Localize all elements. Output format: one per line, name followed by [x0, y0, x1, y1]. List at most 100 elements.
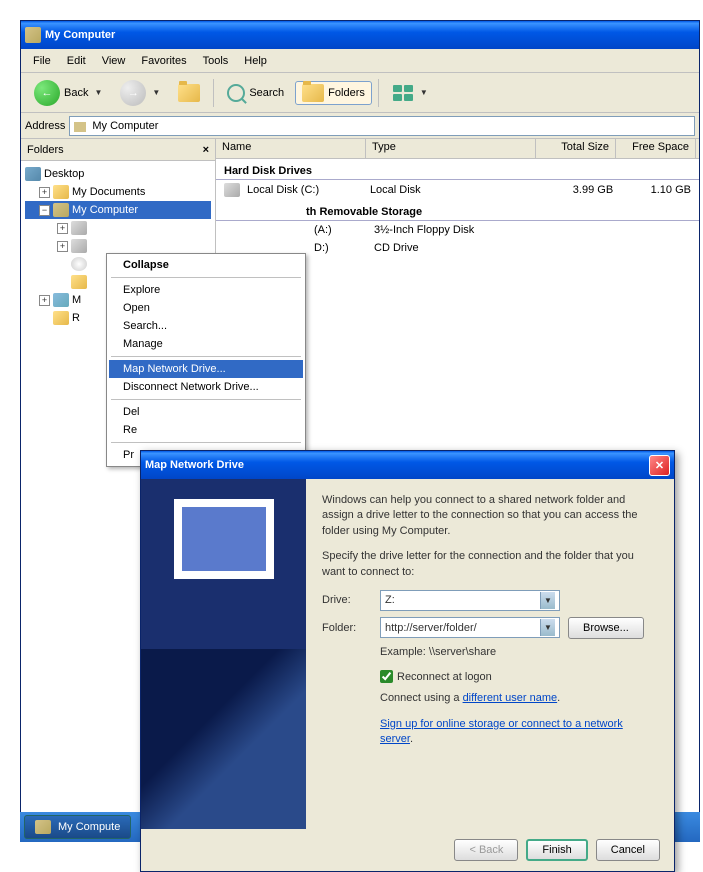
- ctx-rename[interactable]: Re: [109, 421, 303, 439]
- reconnect-row: Reconnect at logon: [380, 670, 658, 683]
- drive-row-floppy[interactable]: (A:) 3½-Inch Floppy Disk: [216, 221, 699, 239]
- forward-arrow-icon: →: [120, 80, 146, 106]
- drive-row: Drive: Z: ▼: [322, 590, 658, 611]
- tree-desktop[interactable]: Desktop: [25, 165, 211, 183]
- signup-link[interactable]: Sign up for online storage or connect to…: [380, 718, 623, 745]
- col-type[interactable]: Type: [366, 139, 536, 158]
- ctx-open[interactable]: Open: [109, 299, 303, 317]
- ctx-collapse[interactable]: Collapse: [109, 256, 303, 274]
- up-button[interactable]: [171, 81, 207, 105]
- toolbar: ← Back ▼ → ▼ Search Folders ▼: [21, 73, 699, 113]
- drive-icon: [71, 239, 87, 253]
- titlebar[interactable]: My Computer: [21, 21, 699, 49]
- expand-icon[interactable]: +: [57, 241, 68, 252]
- close-icon[interactable]: ✕: [649, 455, 670, 476]
- menu-help[interactable]: Help: [236, 53, 275, 69]
- ctx-search[interactable]: Search...: [109, 317, 303, 335]
- dialog-main: Windows can help you connect to a shared…: [306, 479, 674, 829]
- ctx-manage[interactable]: Manage: [109, 335, 303, 353]
- magnifier-icon: [227, 84, 245, 102]
- ctx-map-drive[interactable]: Map Network Drive...: [109, 360, 303, 378]
- computer-icon: [35, 820, 51, 834]
- folder-label: Folder:: [322, 622, 372, 634]
- menubar: File Edit View Favorites Tools Help: [21, 49, 699, 73]
- folder-icon: [71, 275, 87, 289]
- address-input[interactable]: [69, 116, 695, 136]
- close-panel-icon[interactable]: ×: [203, 144, 209, 156]
- window-title: My Computer: [45, 29, 115, 41]
- signup-text: Sign up for online storage or connect to…: [380, 717, 658, 748]
- chevron-down-icon[interactable]: ▼: [420, 88, 428, 97]
- menu-file[interactable]: File: [25, 53, 59, 69]
- separator: [111, 356, 301, 357]
- desktop-icon: [25, 167, 41, 181]
- drive-illustration-icon: [174, 499, 274, 579]
- collapse-icon[interactable]: −: [39, 205, 50, 216]
- expand-icon[interactable]: +: [39, 187, 50, 198]
- dialog-titlebar[interactable]: Map Network Drive ✕: [141, 451, 674, 479]
- group-hdd: Hard Disk Drives: [216, 159, 699, 180]
- dialog-sidebar: [141, 479, 306, 829]
- folder-combo[interactable]: http://server/folder/ ▼: [380, 617, 560, 638]
- map-drive-dialog: Map Network Drive ✕ Windows can help you…: [140, 450, 675, 872]
- connect-using-text: Connect using a different user name.: [380, 691, 658, 706]
- menu-view[interactable]: View: [94, 53, 134, 69]
- drive-combo[interactable]: Z: ▼: [380, 590, 560, 611]
- views-icon: [392, 84, 414, 102]
- ctx-disconnect[interactable]: Disconnect Network Drive...: [109, 378, 303, 396]
- separator: [213, 79, 214, 107]
- decoration: [141, 649, 306, 829]
- cd-icon: [71, 257, 87, 271]
- drive-label: Drive:: [322, 594, 372, 606]
- task-mycomputer[interactable]: My Compute: [24, 815, 131, 839]
- col-size[interactable]: Total Size: [536, 139, 616, 158]
- reconnect-checkbox[interactable]: [380, 670, 393, 683]
- tree-documents[interactable]: + My Documents: [25, 183, 211, 201]
- computer-icon: [25, 27, 41, 43]
- folders-button[interactable]: Folders: [295, 81, 372, 105]
- search-button[interactable]: Search: [220, 81, 291, 105]
- chevron-down-icon[interactable]: ▼: [152, 88, 160, 97]
- tree-child[interactable]: +: [25, 219, 211, 237]
- drive-icon: [71, 221, 87, 235]
- cancel-button[interactable]: Cancel: [596, 839, 660, 861]
- separator: [111, 399, 301, 400]
- computer-icon: [53, 203, 69, 217]
- chevron-down-icon[interactable]: ▼: [540, 619, 555, 636]
- folder-row: Folder: http://server/folder/ ▼ Browse..…: [322, 617, 658, 639]
- dialog-body: Windows can help you connect to a shared…: [141, 479, 674, 829]
- group-removable: th Removable Storage: [216, 200, 699, 221]
- folder-up-icon: [178, 84, 200, 102]
- views-button[interactable]: ▼: [385, 81, 435, 105]
- folder-icon: [53, 185, 69, 199]
- chevron-down-icon[interactable]: ▼: [540, 592, 555, 609]
- menu-favorites[interactable]: Favorites: [133, 53, 194, 69]
- forward-button[interactable]: → ▼: [113, 77, 167, 109]
- separator: [111, 442, 301, 443]
- back-button: < Back: [454, 839, 518, 861]
- col-free[interactable]: Free Space: [616, 139, 696, 158]
- chevron-down-icon[interactable]: ▼: [94, 88, 102, 97]
- address-bar: Address: [21, 113, 699, 139]
- context-menu: Collapse Explore Open Search... Manage M…: [106, 253, 306, 467]
- menu-tools[interactable]: Tools: [195, 53, 237, 69]
- finish-button[interactable]: Finish: [526, 839, 587, 861]
- expand-icon[interactable]: +: [39, 295, 50, 306]
- ctx-delete[interactable]: Del: [109, 403, 303, 421]
- menu-edit[interactable]: Edit: [59, 53, 94, 69]
- tree-computer[interactable]: − My Computer: [25, 201, 211, 219]
- expand-icon[interactable]: +: [57, 223, 68, 234]
- different-user-link[interactable]: different user name: [463, 692, 558, 704]
- example-text: Example: \\server\share: [380, 645, 658, 660]
- folder-icon: [302, 84, 324, 102]
- back-button[interactable]: ← Back ▼: [27, 77, 109, 109]
- network-icon: [53, 293, 69, 307]
- col-name[interactable]: Name: [216, 139, 366, 158]
- browse-button[interactable]: Browse...: [568, 617, 644, 639]
- back-arrow-icon: ←: [34, 80, 60, 106]
- specify-text: Specify the drive letter for the connect…: [322, 549, 658, 580]
- ctx-explore[interactable]: Explore: [109, 281, 303, 299]
- drive-row-local[interactable]: Local Disk (C:) Local Disk 3.99 GB 1.10 …: [216, 180, 699, 200]
- separator: [111, 277, 301, 278]
- column-headers: Name Type Total Size Free Space: [216, 139, 699, 159]
